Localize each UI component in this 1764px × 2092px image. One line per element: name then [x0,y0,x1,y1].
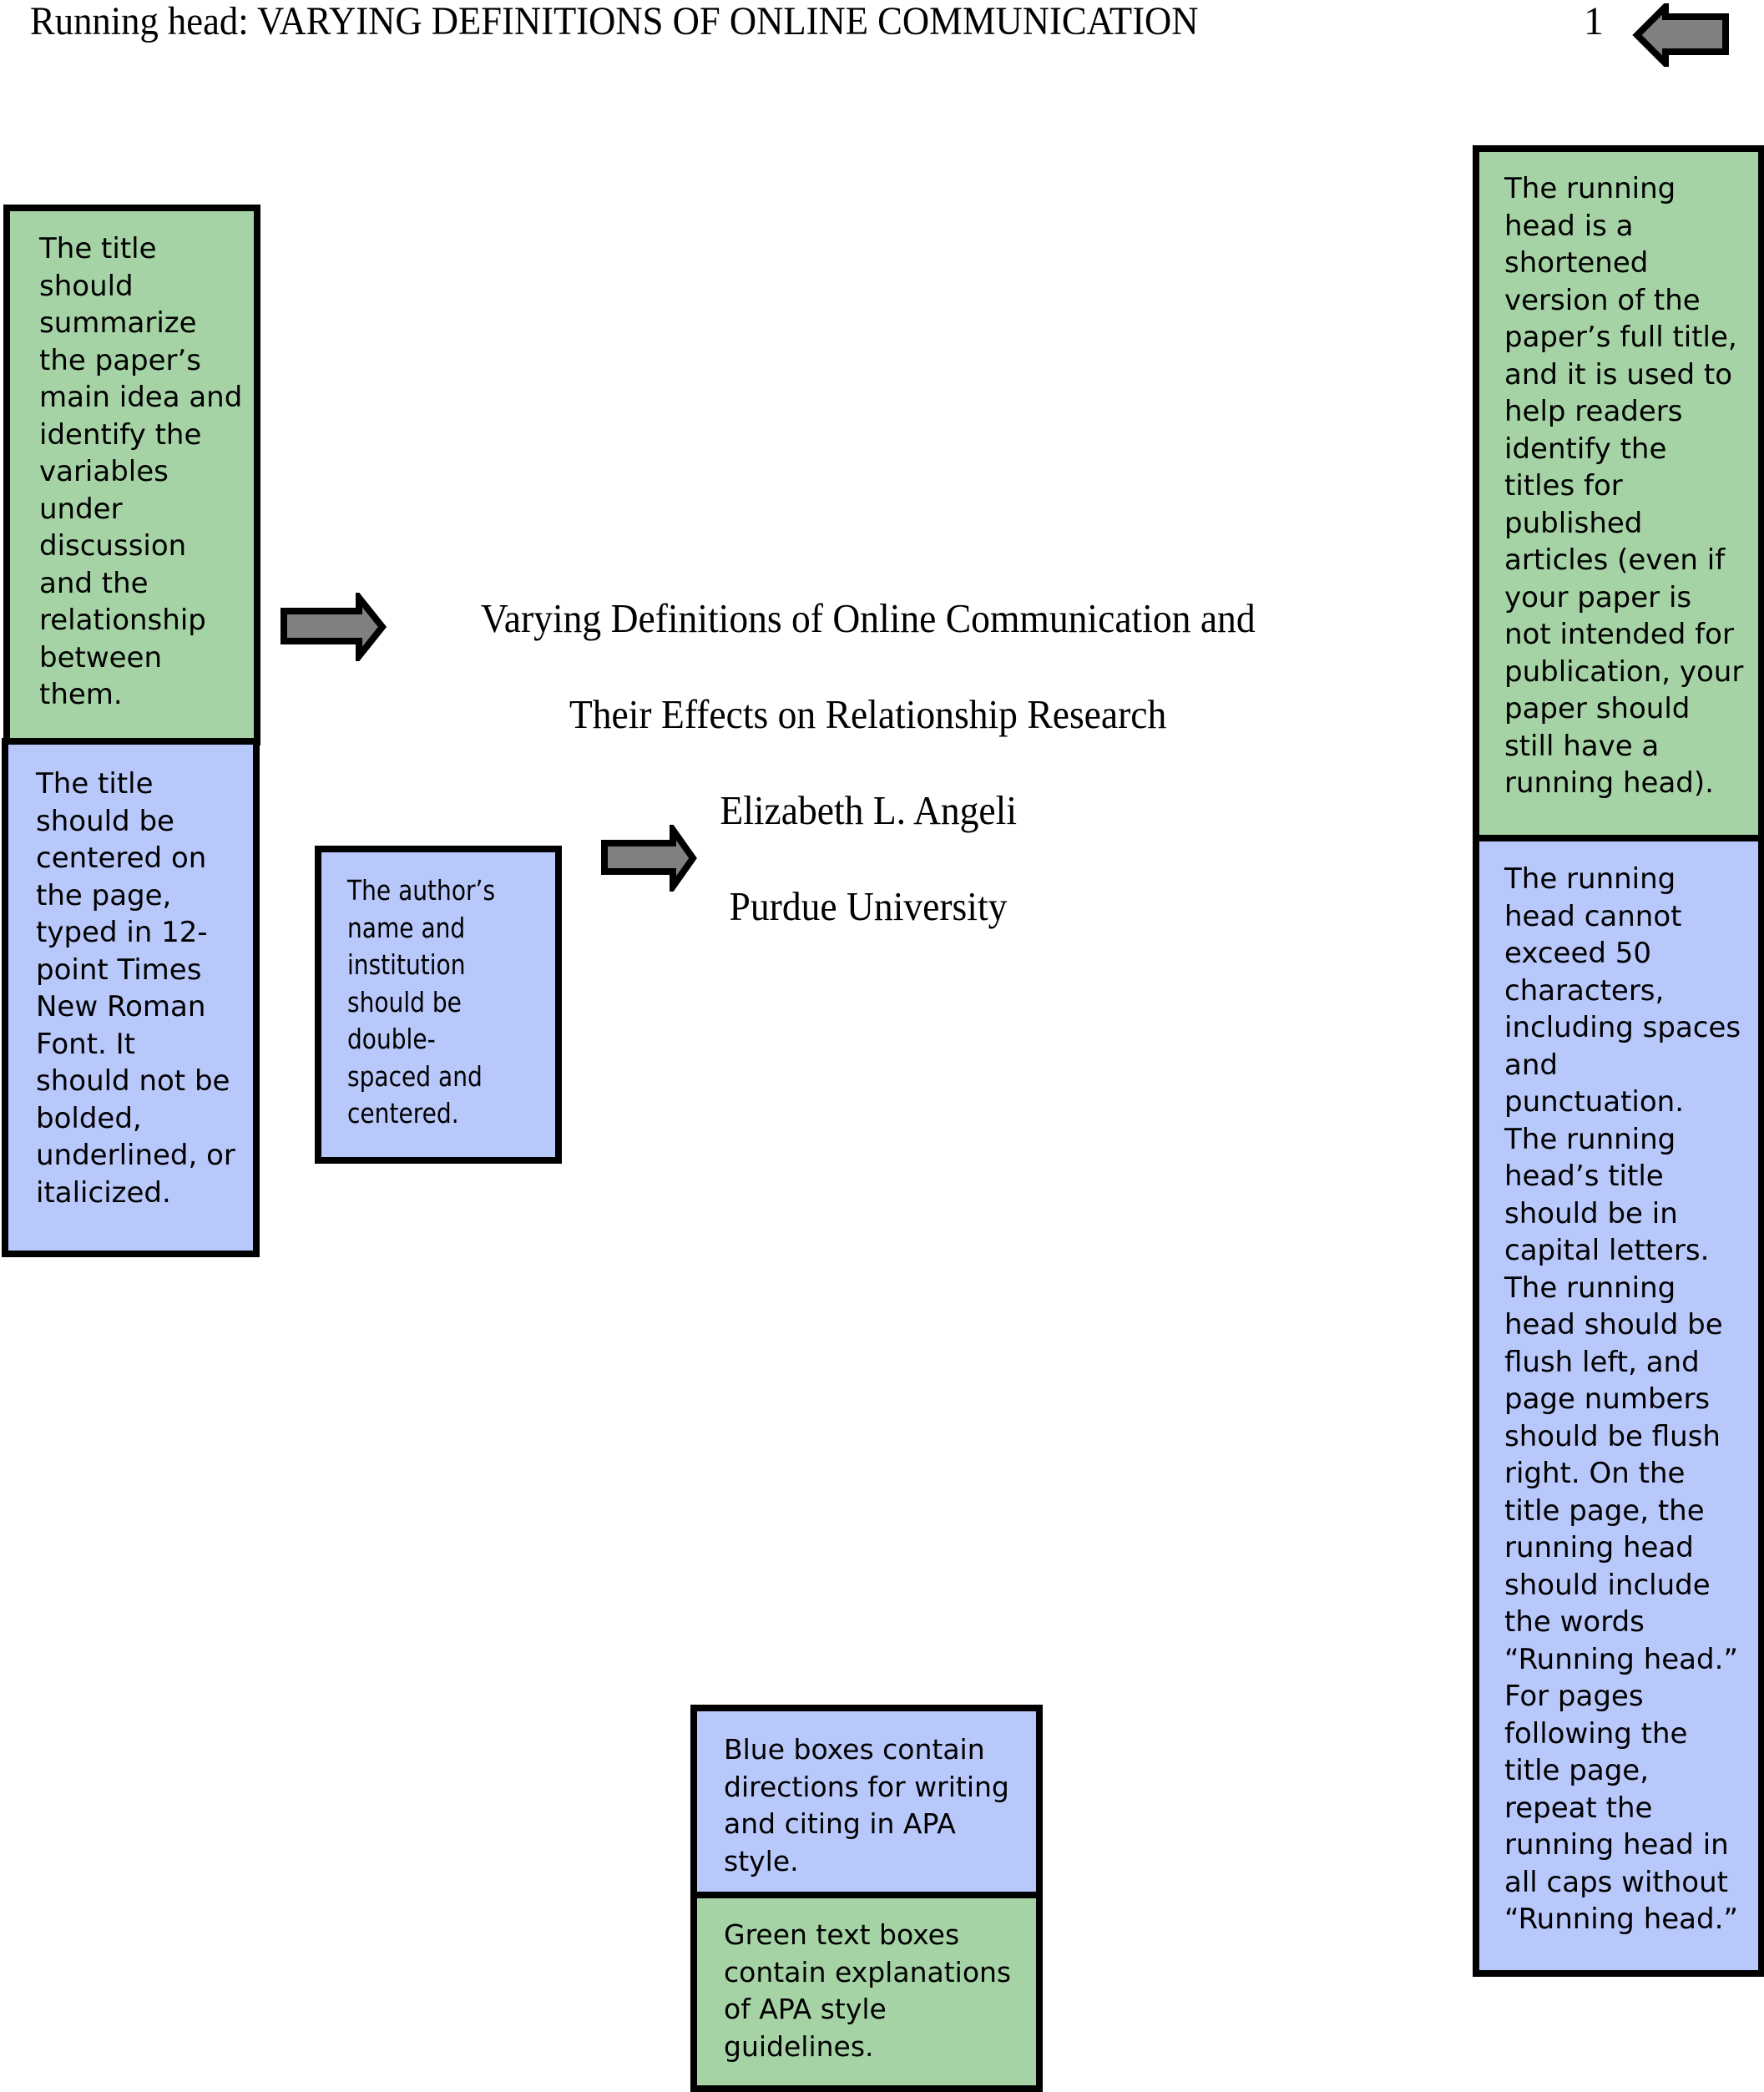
running-head-directions-box: The running head cannot exceed 50 charac… [1473,835,1764,1977]
running-head-explanation-text: The running head is a shortened version … [1504,172,1744,800]
arrow-right-icon [279,593,387,661]
title-explanation-text: The title should summarize the paper’s m… [39,232,243,711]
running-head-directions-text: The running head cannot exceed 50 charac… [1504,862,1741,1936]
author-directions-text: The author’s name and institution should… [347,874,496,1129]
legend-green-text: Green text boxes contain explanations of… [724,1918,1012,2063]
running-head-explanation-box: The running head is a shortened version … [1473,145,1764,843]
page-number: 1 [1584,0,1604,43]
arrow-right-icon [599,825,698,892]
running-head: Running head: VARYING DEFINITIONS OF ONL… [30,0,1199,43]
legend-green-box: Green text boxes contain explanations of… [690,1892,1043,2092]
author-directions-box: The author’s name and institution should… [315,846,562,1164]
arrow-left-icon [1632,3,1731,67]
title-directions-text: The title should be centered on the page… [36,767,235,1210]
title-explanation-box: The title should summarize the paper’s m… [3,205,260,745]
title-directions-box: The title should be centered on the page… [2,738,260,1257]
legend-blue-text: Blue boxes contain directions for writin… [724,1733,1009,1877]
legend-blue-box: Blue boxes contain directions for writin… [690,1705,1043,1899]
